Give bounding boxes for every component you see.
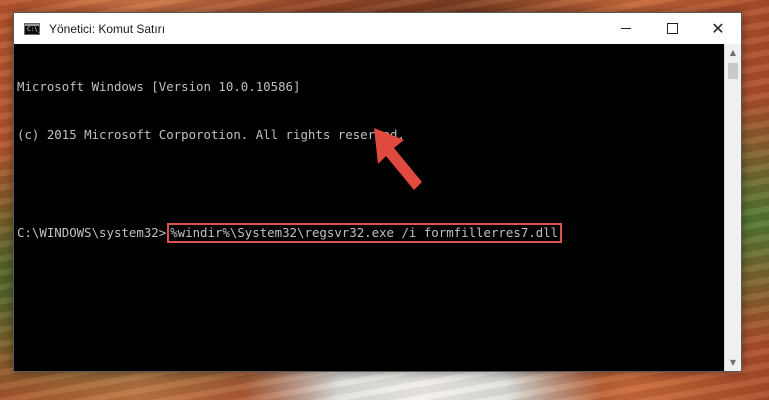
close-button[interactable]: ✕ <box>695 13 741 44</box>
cmd-icon-text: C:\_ <box>27 25 42 33</box>
scroll-down-icon[interactable]: ▼ <box>725 354 741 371</box>
title-bar[interactable]: C:\_ Yönetici: Komut Satırı ✕ <box>14 13 741 44</box>
arrow-shape <box>374 128 422 190</box>
console-line-version: Microsoft Windows [Version 10.0.10586] <box>17 79 301 94</box>
arrow-polygon <box>374 128 422 190</box>
window-title: Yönetici: Komut Satırı <box>49 21 166 36</box>
maximize-button[interactable] <box>649 13 695 44</box>
console-prompt: C:\WINDOWS\system32> <box>17 225 167 240</box>
scroll-up-icon[interactable]: ▲ <box>725 44 741 61</box>
minimize-icon <box>621 28 631 29</box>
minimize-button[interactable] <box>603 13 649 44</box>
highlighted-command[interactable]: %windir%\System32\regsvr32.exe /i formfi… <box>167 223 563 243</box>
vertical-scrollbar[interactable]: ▲ ▼ <box>724 44 741 371</box>
cmd-icon: C:\_ <box>24 22 42 35</box>
console-command-line: C:\WINDOWS\system32> %windir%\System32\re… <box>17 223 724 243</box>
close-icon: ✕ <box>711 19 725 38</box>
pointer-arrow-icon <box>374 128 422 190</box>
window-controls: ✕ <box>603 13 741 44</box>
scrollbar-thumb[interactable] <box>728 63 738 79</box>
maximize-icon <box>666 23 678 34</box>
